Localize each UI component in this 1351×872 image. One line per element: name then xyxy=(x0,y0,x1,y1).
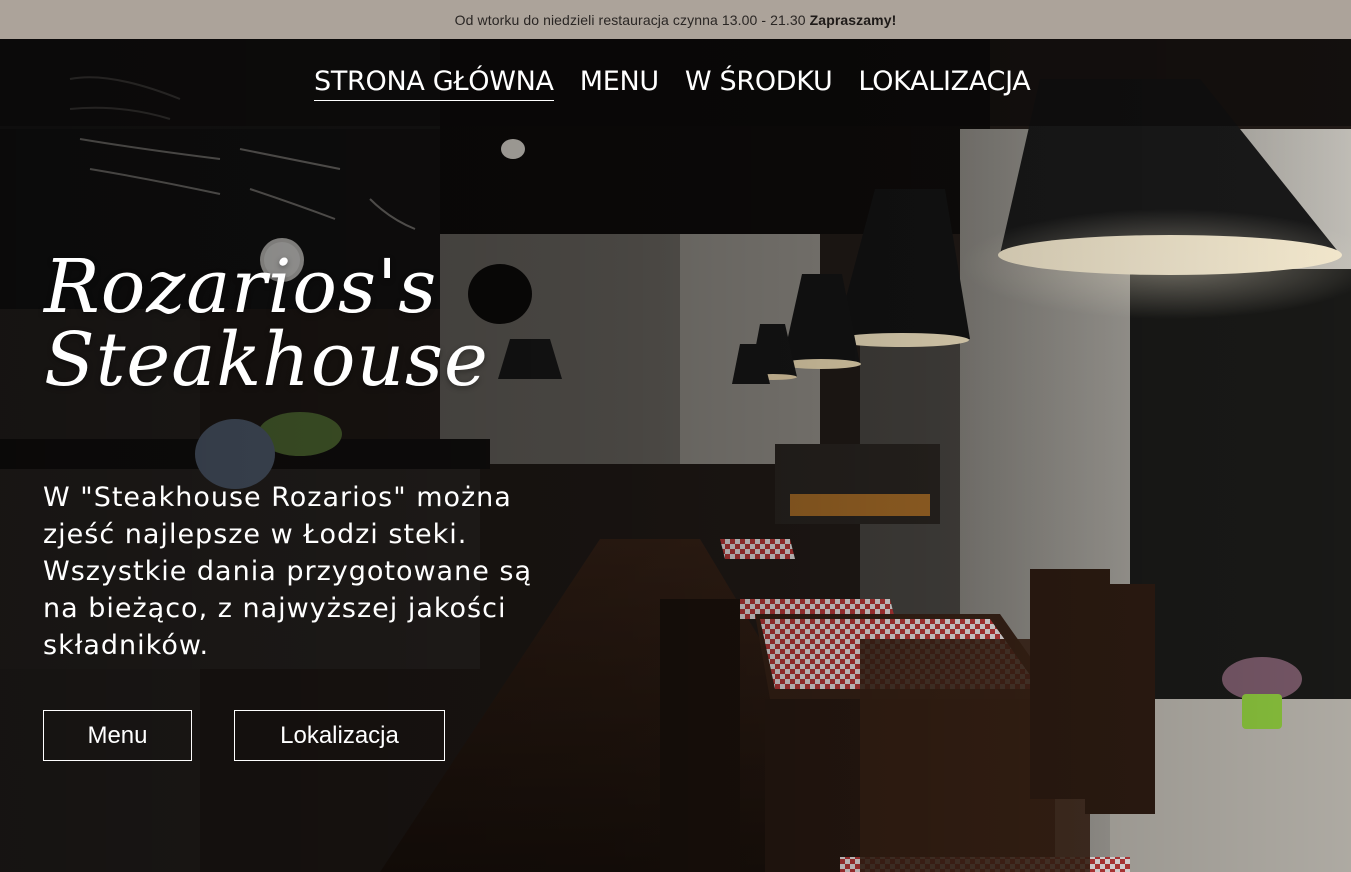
nav-inside[interactable]: W ŚRODKU xyxy=(685,67,833,101)
restaurant-title: Rozarios's Steakhouse xyxy=(44,250,489,397)
nav-location[interactable]: LOKALIZACJA xyxy=(858,67,1030,101)
nav-home[interactable]: STRONA GŁÓWNA xyxy=(314,67,554,101)
hero-section: STRONA GŁÓWNA MENU W ŚRODKU LOKALIZACJA … xyxy=(0,39,1351,872)
hero-overlay xyxy=(0,39,1351,872)
navigation-bar: STRONA GŁÓWNA MENU W ŚRODKU LOKALIZACJA xyxy=(0,39,1351,126)
announcement-emphasis: Zapraszamy! xyxy=(809,11,897,28)
nav-menu[interactable]: MENU xyxy=(580,67,659,101)
title-line-2: Steakhouse xyxy=(44,316,489,403)
intro-text: W "Steakhouse Rozarios" można zjeść najl… xyxy=(43,482,533,661)
main-nav: STRONA GŁÓWNA MENU W ŚRODKU LOKALIZACJA xyxy=(314,67,1031,101)
menu-button[interactable]: Menu xyxy=(43,710,192,761)
announcement-bar: Od wtorku do niedzieli restauracja czynn… xyxy=(0,0,1351,39)
opening-hours-text: Od wtorku do niedzieli restauracja czynn… xyxy=(454,11,806,28)
location-button[interactable]: Lokalizacja xyxy=(234,710,445,761)
